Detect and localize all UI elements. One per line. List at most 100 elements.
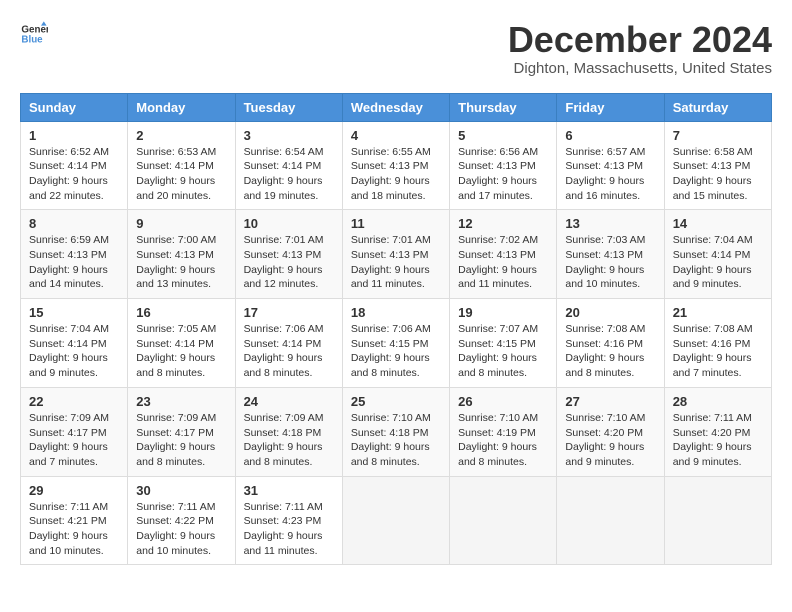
day-number: 3 — [244, 128, 334, 143]
calendar-cell: 3 Sunrise: 6:54 AM Sunset: 4:14 PM Dayli… — [235, 121, 342, 210]
day-number: 10 — [244, 216, 334, 231]
calendar-cell: 20 Sunrise: 7:08 AM Sunset: 4:16 PM Dayl… — [557, 299, 664, 388]
calendar-cell — [664, 476, 771, 565]
calendar-cell: 13 Sunrise: 7:03 AM Sunset: 4:13 PM Dayl… — [557, 210, 664, 299]
calendar-cell: 29 Sunrise: 7:11 AM Sunset: 4:21 PM Dayl… — [21, 476, 128, 565]
calendar-cell: 24 Sunrise: 7:09 AM Sunset: 4:18 PM Dayl… — [235, 387, 342, 476]
day-info: Sunrise: 6:53 AM Sunset: 4:14 PM Dayligh… — [136, 145, 226, 204]
calendar-cell: 11 Sunrise: 7:01 AM Sunset: 4:13 PM Dayl… — [342, 210, 449, 299]
calendar-cell: 5 Sunrise: 6:56 AM Sunset: 4:13 PM Dayli… — [450, 121, 557, 210]
day-info: Sunrise: 7:10 AM Sunset: 4:18 PM Dayligh… — [351, 411, 441, 470]
calendar-cell: 26 Sunrise: 7:10 AM Sunset: 4:19 PM Dayl… — [450, 387, 557, 476]
day-number: 21 — [673, 305, 763, 320]
day-number: 8 — [29, 216, 119, 231]
day-number: 4 — [351, 128, 441, 143]
day-info: Sunrise: 7:10 AM Sunset: 4:20 PM Dayligh… — [565, 411, 655, 470]
column-header-thursday: Thursday — [450, 93, 557, 121]
day-info: Sunrise: 6:54 AM Sunset: 4:14 PM Dayligh… — [244, 145, 334, 204]
day-info: Sunrise: 7:05 AM Sunset: 4:14 PM Dayligh… — [136, 322, 226, 381]
day-number: 27 — [565, 394, 655, 409]
calendar-week-row: 22 Sunrise: 7:09 AM Sunset: 4:17 PM Dayl… — [21, 387, 772, 476]
day-info: Sunrise: 7:08 AM Sunset: 4:16 PM Dayligh… — [673, 322, 763, 381]
day-info: Sunrise: 7:06 AM Sunset: 4:14 PM Dayligh… — [244, 322, 334, 381]
title-block: December 2024 Dighton, Massachusetts, Un… — [508, 20, 772, 77]
calendar-week-row: 8 Sunrise: 6:59 AM Sunset: 4:13 PM Dayli… — [21, 210, 772, 299]
day-info: Sunrise: 7:09 AM Sunset: 4:17 PM Dayligh… — [136, 411, 226, 470]
day-number: 18 — [351, 305, 441, 320]
logo: General Blue — [20, 20, 48, 48]
day-info: Sunrise: 7:06 AM Sunset: 4:15 PM Dayligh… — [351, 322, 441, 381]
calendar-week-row: 1 Sunrise: 6:52 AM Sunset: 4:14 PM Dayli… — [21, 121, 772, 210]
calendar-cell: 28 Sunrise: 7:11 AM Sunset: 4:20 PM Dayl… — [664, 387, 771, 476]
svg-text:Blue: Blue — [21, 34, 43, 45]
day-number: 26 — [458, 394, 548, 409]
day-info: Sunrise: 7:00 AM Sunset: 4:13 PM Dayligh… — [136, 233, 226, 292]
day-number: 14 — [673, 216, 763, 231]
month-title: December 2024 — [508, 20, 772, 60]
day-info: Sunrise: 7:01 AM Sunset: 4:13 PM Dayligh… — [244, 233, 334, 292]
calendar-cell: 12 Sunrise: 7:02 AM Sunset: 4:13 PM Dayl… — [450, 210, 557, 299]
calendar-cell: 19 Sunrise: 7:07 AM Sunset: 4:15 PM Dayl… — [450, 299, 557, 388]
calendar-cell: 1 Sunrise: 6:52 AM Sunset: 4:14 PM Dayli… — [21, 121, 128, 210]
day-info: Sunrise: 6:57 AM Sunset: 4:13 PM Dayligh… — [565, 145, 655, 204]
day-number: 11 — [351, 216, 441, 231]
day-info: Sunrise: 7:11 AM Sunset: 4:20 PM Dayligh… — [673, 411, 763, 470]
day-info: Sunrise: 6:58 AM Sunset: 4:13 PM Dayligh… — [673, 145, 763, 204]
column-header-friday: Friday — [557, 93, 664, 121]
calendar-cell — [342, 476, 449, 565]
day-number: 23 — [136, 394, 226, 409]
calendar-cell: 18 Sunrise: 7:06 AM Sunset: 4:15 PM Dayl… — [342, 299, 449, 388]
calendar-cell: 4 Sunrise: 6:55 AM Sunset: 4:13 PM Dayli… — [342, 121, 449, 210]
day-info: Sunrise: 7:04 AM Sunset: 4:14 PM Dayligh… — [29, 322, 119, 381]
calendar-cell: 27 Sunrise: 7:10 AM Sunset: 4:20 PM Dayl… — [557, 387, 664, 476]
day-info: Sunrise: 7:11 AM Sunset: 4:23 PM Dayligh… — [244, 500, 334, 559]
calendar-cell: 6 Sunrise: 6:57 AM Sunset: 4:13 PM Dayli… — [557, 121, 664, 210]
calendar-cell: 30 Sunrise: 7:11 AM Sunset: 4:22 PM Dayl… — [128, 476, 235, 565]
column-header-wednesday: Wednesday — [342, 93, 449, 121]
calendar-cell: 7 Sunrise: 6:58 AM Sunset: 4:13 PM Dayli… — [664, 121, 771, 210]
day-number: 19 — [458, 305, 548, 320]
day-info: Sunrise: 7:10 AM Sunset: 4:19 PM Dayligh… — [458, 411, 548, 470]
day-number: 9 — [136, 216, 226, 231]
day-info: Sunrise: 7:09 AM Sunset: 4:18 PM Dayligh… — [244, 411, 334, 470]
day-info: Sunrise: 6:55 AM Sunset: 4:13 PM Dayligh… — [351, 145, 441, 204]
day-info: Sunrise: 7:02 AM Sunset: 4:13 PM Dayligh… — [458, 233, 548, 292]
day-info: Sunrise: 7:03 AM Sunset: 4:13 PM Dayligh… — [565, 233, 655, 292]
day-number: 20 — [565, 305, 655, 320]
location: Dighton, Massachusetts, United States — [508, 60, 772, 77]
day-number: 16 — [136, 305, 226, 320]
day-number: 2 — [136, 128, 226, 143]
day-number: 24 — [244, 394, 334, 409]
day-number: 1 — [29, 128, 119, 143]
page-header: General Blue December 2024 Dighton, Mass… — [20, 20, 772, 77]
calendar-cell: 16 Sunrise: 7:05 AM Sunset: 4:14 PM Dayl… — [128, 299, 235, 388]
day-number: 22 — [29, 394, 119, 409]
calendar-cell: 14 Sunrise: 7:04 AM Sunset: 4:14 PM Dayl… — [664, 210, 771, 299]
day-info: Sunrise: 7:11 AM Sunset: 4:21 PM Dayligh… — [29, 500, 119, 559]
calendar-table: SundayMondayTuesdayWednesdayThursdayFrid… — [20, 93, 772, 566]
day-info: Sunrise: 7:01 AM Sunset: 4:13 PM Dayligh… — [351, 233, 441, 292]
column-header-sunday: Sunday — [21, 93, 128, 121]
calendar-cell — [557, 476, 664, 565]
day-number: 6 — [565, 128, 655, 143]
day-number: 17 — [244, 305, 334, 320]
calendar-cell: 31 Sunrise: 7:11 AM Sunset: 4:23 PM Dayl… — [235, 476, 342, 565]
day-number: 7 — [673, 128, 763, 143]
day-info: Sunrise: 7:08 AM Sunset: 4:16 PM Dayligh… — [565, 322, 655, 381]
logo-icon: General Blue — [20, 20, 48, 48]
calendar-cell: 8 Sunrise: 6:59 AM Sunset: 4:13 PM Dayli… — [21, 210, 128, 299]
day-info: Sunrise: 7:04 AM Sunset: 4:14 PM Dayligh… — [673, 233, 763, 292]
calendar-cell: 2 Sunrise: 6:53 AM Sunset: 4:14 PM Dayli… — [128, 121, 235, 210]
day-number: 5 — [458, 128, 548, 143]
day-number: 15 — [29, 305, 119, 320]
calendar-cell: 15 Sunrise: 7:04 AM Sunset: 4:14 PM Dayl… — [21, 299, 128, 388]
day-number: 29 — [29, 483, 119, 498]
day-number: 13 — [565, 216, 655, 231]
calendar-cell: 10 Sunrise: 7:01 AM Sunset: 4:13 PM Dayl… — [235, 210, 342, 299]
column-header-tuesday: Tuesday — [235, 93, 342, 121]
column-header-saturday: Saturday — [664, 93, 771, 121]
day-number: 30 — [136, 483, 226, 498]
calendar-cell — [450, 476, 557, 565]
calendar-header-row: SundayMondayTuesdayWednesdayThursdayFrid… — [21, 93, 772, 121]
day-info: Sunrise: 6:59 AM Sunset: 4:13 PM Dayligh… — [29, 233, 119, 292]
